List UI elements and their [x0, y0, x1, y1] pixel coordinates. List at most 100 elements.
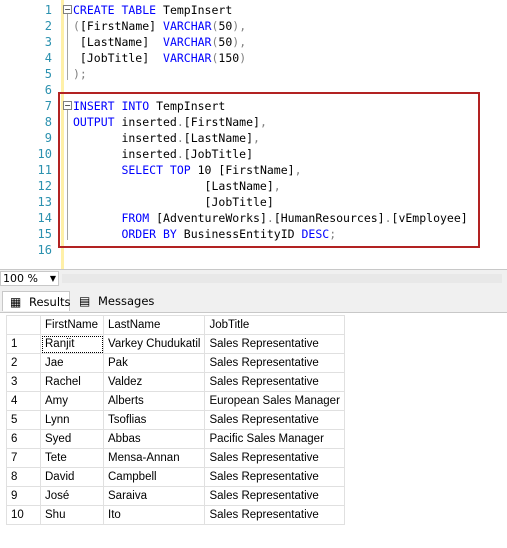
- row-number-cell[interactable]: 1: [6, 334, 41, 354]
- highlight-box: [58, 92, 480, 248]
- zoom-dropdown[interactable]: 100 % ▼: [0, 271, 59, 286]
- line-number: 6: [44, 83, 52, 97]
- tab-results[interactable]: ▦ Results: [2, 291, 71, 311]
- line-number: 15: [37, 227, 52, 241]
- firstname-cell[interactable]: Amy: [40, 391, 104, 411]
- row-number-cell[interactable]: 4: [6, 391, 41, 411]
- code-token: [LastName]: [73, 35, 164, 49]
- query-editor[interactable]: − − 1 CREATE TABLE TempInsert 2 ([FirstName…: [0, 0, 507, 269]
- code-token: ),: [232, 19, 247, 33]
- table-row[interactable]: 1 Ranjit Varkey Chudukatil Sales Representa…: [6, 334, 345, 354]
- line-number: 13: [37, 195, 52, 209]
- lastname-cell[interactable]: Tsoflias: [102, 410, 206, 430]
- code-line[interactable]: 3 [LastName] VARCHAR(50),: [0, 34, 507, 50]
- lastname-cell[interactable]: Mensa-Annan: [102, 448, 206, 468]
- tab-messages-label: Messages: [98, 294, 155, 308]
- jobtitle-cell[interactable]: Sales Representative: [204, 334, 345, 354]
- line-number: 2: [44, 19, 52, 33]
- jobtitle-cell[interactable]: Sales Representative: [204, 410, 345, 430]
- jobtitle-cell[interactable]: Pacific Sales Manager: [204, 429, 345, 449]
- code-token: TempInsert: [163, 3, 233, 17]
- code-token: (: [73, 19, 80, 33]
- lastname-cell[interactable]: Abbas: [102, 429, 206, 449]
- lastname-cell[interactable]: Varkey Chudukatil: [102, 334, 206, 354]
- table-row[interactable]: 7 Tete Mensa-Annan Sales Representative: [6, 448, 345, 468]
- row-number-cell[interactable]: 6: [6, 429, 41, 449]
- row-number-cell[interactable]: 9: [6, 486, 41, 506]
- line-number: 11: [37, 163, 52, 177]
- firstname-cell[interactable]: Tete: [40, 448, 104, 468]
- firstname-cell[interactable]: Lynn: [40, 410, 104, 430]
- lastname-cell[interactable]: Campbell: [102, 467, 206, 487]
- lastname-cell[interactable]: Saraiva: [102, 486, 206, 506]
- row-number-cell[interactable]: 2: [6, 353, 41, 373]
- line-number: 12: [37, 179, 52, 193]
- firstname-cell[interactable]: Ranjit: [40, 334, 104, 354]
- code-line[interactable]: 5);: [0, 66, 507, 82]
- tab-messages[interactable]: ▤ Messages: [72, 291, 154, 311]
- grid-icon: ▦: [10, 295, 22, 309]
- code-text: [LastName] VARCHAR(50),: [73, 34, 246, 50]
- firstname-cell[interactable]: Shu: [40, 505, 104, 525]
- column-header-firstname[interactable]: FirstName: [40, 315, 104, 335]
- table-row[interactable]: 6 Syed Abbas Pacific Sales Manager: [6, 429, 345, 449]
- code-line[interactable]: 2 ([FirstName] VARCHAR(50),: [0, 18, 507, 34]
- horizontal-scrollbar[interactable]: [62, 274, 502, 283]
- lastname-cell[interactable]: Alberts: [102, 391, 206, 411]
- row-number-cell[interactable]: 3: [6, 372, 41, 392]
- code-token: [JobTitle]: [73, 51, 164, 65]
- table-row[interactable]: 8 David Campbell Sales Representative: [6, 467, 345, 487]
- code-text: );: [73, 66, 87, 82]
- jobtitle-cell[interactable]: Sales Representative: [204, 467, 345, 487]
- code-text: [JobTitle] VARCHAR(150): [73, 50, 246, 66]
- results-tab-strip: ▦ Results ▤ Messages: [0, 288, 507, 312]
- table-row[interactable]: 10 Shu Ito Sales Representative: [6, 505, 345, 525]
- firstname-cell[interactable]: Syed: [40, 429, 104, 449]
- jobtitle-cell[interactable]: Sales Representative: [204, 372, 345, 392]
- column-header-lastname[interactable]: LastName: [102, 315, 206, 335]
- jobtitle-cell[interactable]: Sales Representative: [204, 505, 345, 525]
- row-number-cell[interactable]: 8: [6, 467, 41, 487]
- code-token: VARCHAR: [163, 51, 212, 65]
- table-row[interactable]: 4 Amy Alberts European Sales Manager: [6, 391, 345, 411]
- code-line[interactable]: 1 CREATE TABLE TempInsert: [0, 2, 507, 18]
- line-number: 10: [37, 147, 52, 161]
- firstname-cell[interactable]: Rachel: [40, 372, 104, 392]
- firstname-cell[interactable]: Jae: [40, 353, 104, 373]
- lastname-cell[interactable]: Pak: [102, 353, 206, 373]
- code-token: 50: [218, 19, 233, 33]
- row-number-cell[interactable]: 5: [6, 410, 41, 430]
- lastname-cell[interactable]: Valdez: [102, 372, 206, 392]
- table-row[interactable]: 9 José Saraiva Sales Representative: [6, 486, 345, 506]
- jobtitle-cell[interactable]: European Sales Manager: [204, 391, 345, 411]
- firstname-cell[interactable]: José: [40, 486, 104, 506]
- jobtitle-cell[interactable]: Sales Representative: [204, 448, 345, 468]
- code-token: ),: [232, 35, 247, 49]
- line-number: 7: [44, 99, 52, 113]
- zoom-value: 100 %: [3, 272, 38, 285]
- table-row[interactable]: 5 Lynn Tsoflias Sales Representative: [6, 410, 345, 430]
- jobtitle-cell[interactable]: Sales Representative: [204, 353, 345, 373]
- results-grid-area: FirstName LastName JobTitle 1 Ranjit Varke…: [0, 312, 507, 548]
- code-token: ): [239, 51, 247, 65]
- grid-header-row: FirstName LastName JobTitle: [6, 315, 345, 335]
- code-token: VARCHAR: [163, 19, 212, 33]
- table-row[interactable]: 3 Rachel Valdez Sales Representative: [6, 372, 345, 392]
- jobtitle-cell[interactable]: Sales Representative: [204, 486, 345, 506]
- line-number: 1: [44, 3, 52, 17]
- line-number: 16: [37, 243, 52, 257]
- code-text: ([FirstName] VARCHAR(50),: [73, 18, 246, 34]
- row-number-cell[interactable]: 10: [6, 505, 41, 525]
- code-token: CREATE TABLE: [73, 3, 164, 17]
- column-header-jobtitle[interactable]: JobTitle: [204, 315, 345, 335]
- code-token: 150: [218, 51, 240, 65]
- code-token: );: [73, 67, 87, 81]
- table-row[interactable]: 2 Jae Pak Sales Representative: [6, 353, 345, 373]
- code-line[interactable]: 4 [JobTitle] VARCHAR(150): [0, 50, 507, 66]
- results-grid[interactable]: FirstName LastName JobTitle 1 Ranjit Varke…: [6, 315, 345, 525]
- row-number-header[interactable]: [6, 315, 41, 335]
- row-number-cell[interactable]: 7: [6, 448, 41, 468]
- code-token: 50: [218, 35, 233, 49]
- lastname-cell[interactable]: Ito: [102, 505, 206, 525]
- firstname-cell[interactable]: David: [40, 467, 104, 487]
